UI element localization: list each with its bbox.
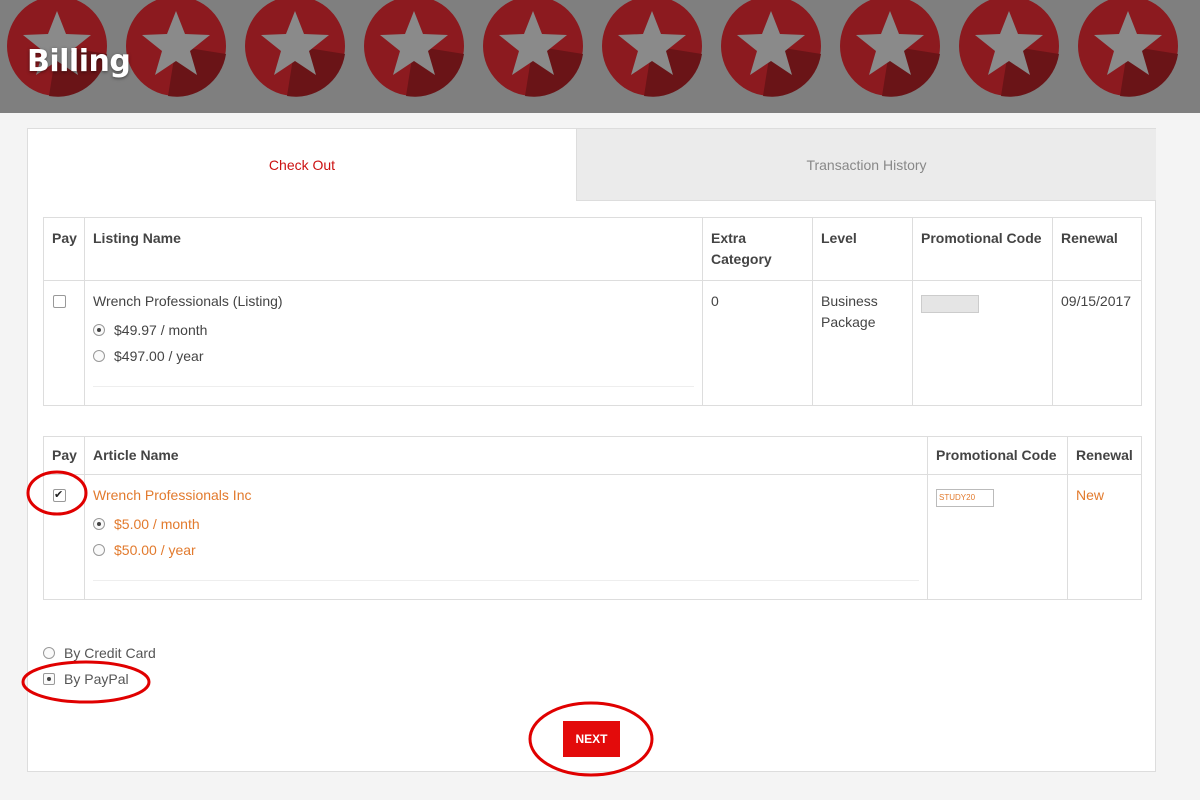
divider bbox=[93, 386, 694, 395]
payment-method-credit-card[interactable]: By Credit Card bbox=[43, 645, 156, 661]
radio-button[interactable] bbox=[93, 518, 105, 530]
tab-transaction-history[interactable]: Transaction History bbox=[576, 129, 1156, 201]
column-header-renewal: Renewal bbox=[1067, 436, 1142, 475]
promo-cell bbox=[927, 474, 1068, 600]
article-option-monthly[interactable]: $5.00 / month bbox=[93, 515, 919, 533]
column-header-extra-category: Extra Category bbox=[702, 217, 813, 281]
renewal-value: 09/15/2017 bbox=[1052, 280, 1142, 406]
radio-button[interactable] bbox=[93, 544, 105, 556]
payment-method-paypal[interactable]: By PayPal bbox=[43, 671, 129, 687]
radio-button[interactable] bbox=[43, 673, 55, 685]
promo-cell bbox=[912, 280, 1053, 406]
listing-name-cell: Wrench Professionals (Listing) $49.97 / … bbox=[84, 280, 703, 406]
column-header-pay: Pay bbox=[43, 436, 85, 475]
listing-pay-checkbox[interactable] bbox=[53, 295, 66, 308]
article-name: Wrench Professionals Inc bbox=[93, 487, 252, 503]
table-header-row: Pay Listing Name Extra Category Level Pr… bbox=[43, 217, 1142, 281]
payment-method-label: By Credit Card bbox=[64, 645, 156, 661]
option-label: $49.97 / month bbox=[114, 322, 208, 338]
divider bbox=[93, 580, 919, 589]
table-row: Wrench Professionals Inc $5.00 / month $… bbox=[43, 474, 1142, 600]
articles-table: Pay Article Name Promotional Code Renewa… bbox=[43, 436, 1142, 600]
column-header-level: Level bbox=[812, 217, 913, 281]
star-badge-icon bbox=[7, 0, 1178, 97]
radio-button[interactable] bbox=[93, 350, 105, 362]
pay-cell bbox=[43, 474, 85, 600]
renewal-value: New bbox=[1067, 474, 1142, 600]
radio-button[interactable] bbox=[93, 324, 105, 336]
option-label: $50.00 / year bbox=[114, 542, 196, 558]
pay-cell bbox=[43, 280, 85, 406]
listing-option-monthly[interactable]: $49.97 / month bbox=[93, 321, 694, 339]
level-value: Business Package bbox=[812, 280, 913, 406]
column-header-renewal: Renewal bbox=[1052, 217, 1142, 281]
next-button[interactable]: NEXT bbox=[563, 721, 620, 757]
extra-category-value: 0 bbox=[702, 280, 813, 406]
listing-promo-code-input[interactable] bbox=[921, 294, 979, 313]
table-row: Wrench Professionals (Listing) $49.97 / … bbox=[43, 280, 1142, 406]
listing-name: Wrench Professionals (Listing) bbox=[93, 293, 283, 309]
billing-header-banner: Billing bbox=[0, 0, 1200, 113]
radio-button[interactable] bbox=[43, 647, 55, 659]
page-title: Billing bbox=[27, 44, 131, 79]
billing-panel: Check Out Transaction History Pay Listin… bbox=[27, 128, 1156, 772]
article-name-cell: Wrench Professionals Inc $5.00 / month $… bbox=[84, 474, 928, 600]
tab-check-out[interactable]: Check Out bbox=[28, 129, 576, 201]
article-pay-checkbox[interactable] bbox=[53, 485, 66, 506]
column-header-promotional-code: Promotional Code bbox=[912, 217, 1053, 281]
table-header-row: Pay Article Name Promotional Code Renewa… bbox=[43, 436, 1142, 475]
column-header-promotional-code: Promotional Code bbox=[927, 436, 1068, 475]
article-promo-code-input[interactable] bbox=[936, 488, 994, 507]
payment-method-label: By PayPal bbox=[64, 671, 129, 687]
column-header-pay: Pay bbox=[43, 217, 85, 281]
column-header-listing-name: Listing Name bbox=[84, 217, 703, 281]
option-label: $5.00 / month bbox=[114, 516, 200, 532]
listing-option-yearly[interactable]: $497.00 / year bbox=[93, 347, 694, 365]
column-header-article-name: Article Name bbox=[84, 436, 928, 475]
article-option-yearly[interactable]: $50.00 / year bbox=[93, 541, 919, 559]
listings-table: Pay Listing Name Extra Category Level Pr… bbox=[43, 217, 1142, 406]
option-label: $497.00 / year bbox=[114, 348, 204, 364]
